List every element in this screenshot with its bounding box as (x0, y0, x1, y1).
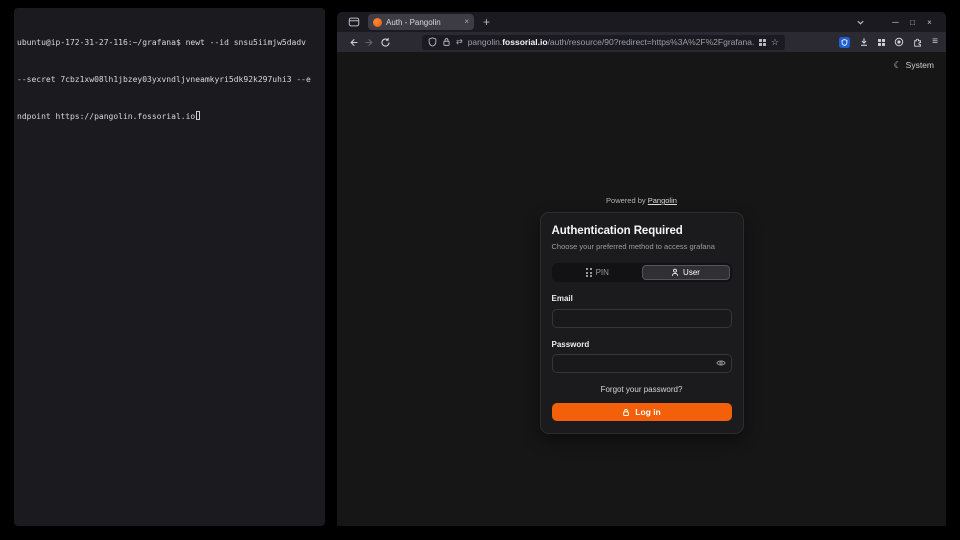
login-button[interactable]: Log in (552, 403, 732, 421)
theme-toggle[interactable]: ☾ System (894, 60, 934, 70)
terminal-line: --secret 7cbz1xw08lh1jbzey03yxvndljvneam… (17, 74, 322, 86)
email-label: Email (552, 294, 732, 303)
downloads-icon[interactable] (859, 37, 869, 47)
terminal-line: ubuntu@ip-172-31-27-116:~/grafana$ newt … (17, 37, 322, 49)
firefox-view-icon[interactable] (347, 15, 361, 29)
navigation-toolbar: ⇄ pangolin.fossorial.io/auth/resource/90… (337, 32, 946, 52)
browser-window: Auth - Pangolin × + ─ □ × (337, 12, 946, 526)
switch-protocol-icon: ⇄ (456, 38, 463, 46)
list-tabs-chevron-icon[interactable] (856, 18, 865, 27)
puzzle-extensions-icon[interactable] (913, 37, 923, 47)
method-segmented-control: PIN User (552, 263, 732, 282)
lock-icon[interactable] (442, 37, 451, 47)
tab-pin[interactable]: PIN (554, 265, 642, 280)
refresh-icon[interactable] (377, 37, 393, 48)
user-icon (671, 268, 679, 277)
bookmark-star-icon[interactable]: ☆ (771, 38, 779, 47)
containers-icon[interactable] (759, 39, 766, 46)
pangolin-favicon (373, 18, 382, 27)
forgot-password-link[interactable]: Forgot your password? (552, 385, 732, 394)
url-text[interactable]: pangolin.fossorial.io/auth/resource/90?r… (468, 37, 754, 47)
page-content: ☾ System Powered by Pangolin Authenticat… (337, 52, 946, 526)
extensions-grid-icon[interactable] (878, 39, 885, 46)
theme-label: System (906, 60, 934, 70)
terminal-cursor (196, 111, 200, 120)
show-password-eye-icon[interactable] (716, 359, 726, 368)
password-input[interactable] (552, 354, 732, 373)
maximize-button[interactable]: □ (904, 18, 921, 27)
theme-moon-icon: ☾ (894, 61, 902, 70)
password-label: Password (552, 340, 732, 349)
adblock-extension-icon[interactable] (894, 37, 904, 47)
auth-column: Powered by Pangolin Authentication Requi… (540, 196, 744, 434)
url-bar[interactable]: ⇄ pangolin.fossorial.io/auth/resource/90… (422, 35, 785, 50)
forward-icon[interactable] (361, 37, 377, 48)
hamburger-menu-icon[interactable]: ≡ (932, 37, 938, 47)
shield-icon[interactable] (428, 37, 437, 47)
card-title: Authentication Required (552, 225, 732, 237)
back-icon[interactable] (345, 37, 361, 48)
login-lock-icon (622, 408, 630, 417)
keypad-icon (586, 268, 592, 277)
password-manager-extension-icon[interactable] (839, 37, 850, 48)
tab-auth-pangolin[interactable]: Auth - Pangolin × (368, 14, 474, 30)
tab-title: Auth - Pangolin (386, 18, 460, 27)
email-input[interactable] (552, 309, 732, 328)
powered-by: Powered by Pangolin (540, 196, 744, 205)
pangolin-link[interactable]: Pangolin (648, 196, 677, 205)
card-subtitle: Choose your preferred method to access g… (552, 242, 732, 251)
tab-close-icon[interactable]: × (464, 18, 469, 26)
window-controls: ─ □ × (856, 17, 938, 27)
terminal-line: ndpoint https://pangolin.fossorial.io (17, 111, 322, 123)
terminal-window[interactable]: ubuntu@ip-172-31-27-116:~/grafana$ newt … (14, 8, 325, 526)
new-tab-button[interactable]: + (483, 16, 490, 28)
auth-card: Authentication Required Choose your pref… (540, 212, 744, 434)
close-button[interactable]: × (921, 18, 938, 27)
minimize-button[interactable]: ─ (887, 17, 904, 27)
tab-bar: Auth - Pangolin × + ─ □ × (337, 12, 946, 32)
tab-user[interactable]: User (642, 265, 730, 280)
extension-toolbar: ≡ (839, 37, 938, 48)
